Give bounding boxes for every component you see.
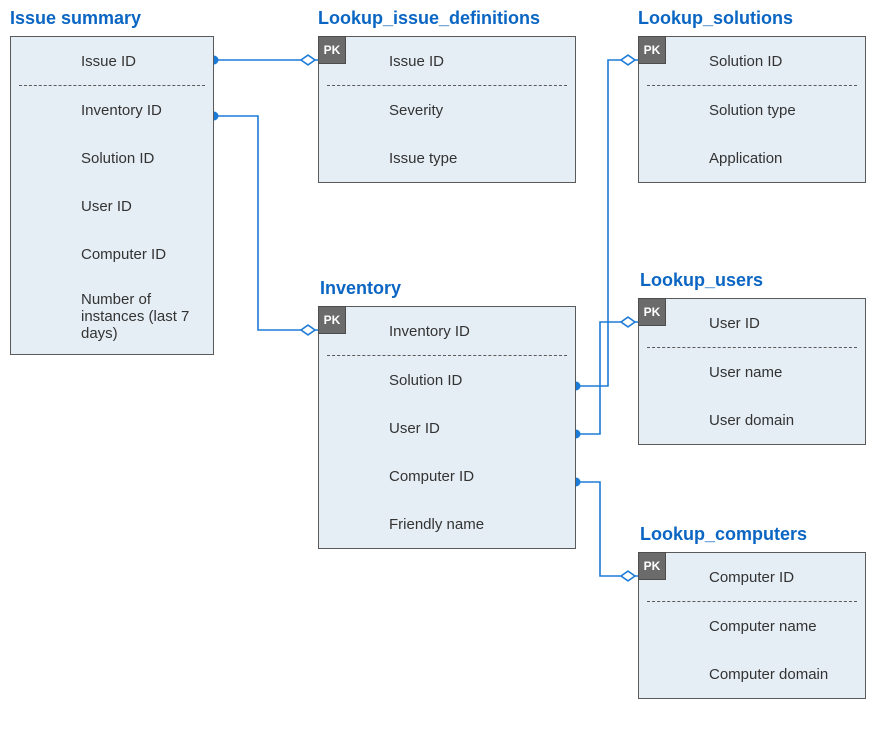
pk-badge: PK [638, 298, 666, 326]
pk-badge: PK [638, 552, 666, 580]
entity-row: Solution ID [319, 356, 575, 404]
field-name: Computer name [639, 618, 831, 635]
field-name: Computer domain [639, 666, 842, 683]
entity-row: PKInventory ID [319, 307, 575, 355]
entity-row: Computer ID [11, 230, 213, 278]
entity-row: PKSolution ID [639, 37, 865, 85]
entity-inventory: PKInventory ID Solution ID User ID Computer… [318, 306, 576, 549]
relation-line [576, 482, 638, 576]
entity-row: PKComputer ID [639, 553, 865, 601]
pk-badge: PK [318, 306, 346, 334]
er-diagram-canvas: Issue summary Issue ID Inventory ID Solutio… [0, 0, 882, 740]
field-name: Issue type [319, 150, 471, 167]
field-name: Computer ID [319, 468, 488, 485]
pk-badge: PK [318, 36, 346, 64]
field-name: Solution type [639, 102, 810, 119]
entity-row: Solution ID [11, 134, 213, 182]
entity-row: Issue type [319, 134, 575, 182]
entity-title: Issue summary [10, 8, 141, 29]
entity-lookup_solutions: PKSolution ID Solution type Application [638, 36, 866, 183]
entity-lookup_computers: PKComputer ID Computer name Computer domai… [638, 552, 866, 699]
field-name: Inventory ID [11, 102, 176, 119]
entity-title: Lookup_issue_definitions [318, 8, 540, 29]
field-name: Solution ID [11, 150, 168, 167]
field-name: Solution ID [319, 372, 476, 389]
entity-title: Lookup_users [640, 270, 763, 291]
relation-line [576, 60, 638, 386]
relation-diamond-icon [621, 571, 635, 581]
entity-row: Issue ID [11, 37, 213, 85]
entity-title: Lookup_computers [640, 524, 807, 545]
entity-row: Computer ID [319, 452, 575, 500]
field-name: Computer ID [11, 246, 180, 263]
entity-row: Severity [319, 86, 575, 134]
entity-row: PKIssue ID [319, 37, 575, 85]
entity-row: Application [639, 134, 865, 182]
pk-badge: PK [638, 36, 666, 64]
entity-row: Number of instances (last 7 days) [11, 278, 213, 354]
field-name: User ID [319, 420, 454, 437]
field-name: User name [639, 364, 796, 381]
entity-row: Friendly name [319, 500, 575, 548]
field-name: Issue ID [11, 53, 150, 70]
relation-line [576, 322, 638, 434]
relation-diamond-icon [621, 317, 635, 327]
field-name: Application [639, 150, 796, 167]
field-name: Number of instances (last 7 days) [11, 291, 213, 342]
entity-row: User name [639, 348, 865, 396]
entity-row: User ID [319, 404, 575, 452]
entity-title: Lookup_solutions [638, 8, 793, 29]
entity-row: Computer domain [639, 650, 865, 698]
relation-line [214, 116, 318, 330]
entity-lookup_issue_defs: PKIssue ID Severity Issue type [318, 36, 576, 183]
entity-title: Inventory [320, 278, 401, 299]
entity-lookup_users: PKUser ID User name User domain [638, 298, 866, 445]
entity-row: User ID [11, 182, 213, 230]
field-name: User domain [639, 412, 808, 429]
relation-diamond-icon [301, 55, 315, 65]
entity-row: User domain [639, 396, 865, 444]
entity-row: Solution type [639, 86, 865, 134]
field-name: Severity [319, 102, 457, 119]
field-name: User ID [11, 198, 146, 215]
field-name: Friendly name [319, 516, 498, 533]
entity-row: PKUser ID [639, 299, 865, 347]
entity-issue_summary: Issue ID Inventory ID Solution ID User ID Co… [10, 36, 214, 355]
relation-diamond-icon [621, 55, 635, 65]
entity-row: Inventory ID [11, 86, 213, 134]
entity-row: Computer name [639, 602, 865, 650]
relation-diamond-icon [301, 325, 315, 335]
